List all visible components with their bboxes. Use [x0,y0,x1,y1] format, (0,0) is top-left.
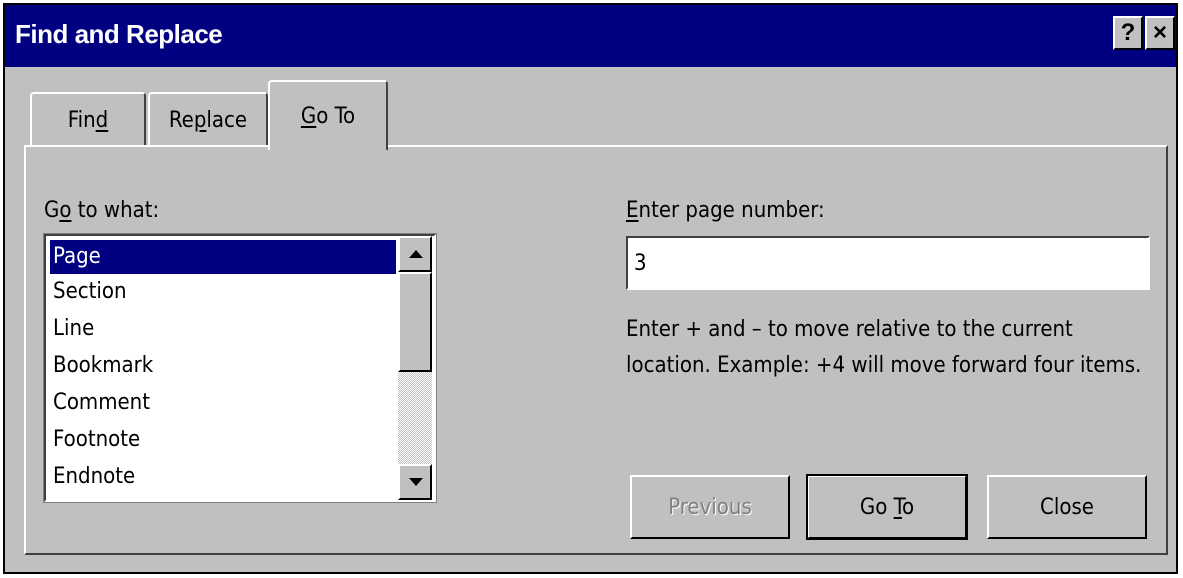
tab-find[interactable]: Find [30,92,146,146]
tab-find-label: Find [67,107,109,133]
help-text: Enter + and – to move relative to the cu… [626,317,1142,378]
help-button[interactable]: ? [1113,16,1143,50]
title-bar[interactable]: Find and Replace ? × [5,5,1176,67]
tab-goto-label: Go To [300,103,356,129]
page-number-input[interactable] [626,236,1150,290]
tab-replace-label: Replace [168,107,248,133]
list-item-footnote[interactable]: Footnote [50,423,396,457]
arrow-down-icon [409,478,423,486]
close-button-label: Close [1040,494,1094,520]
goto-button-label: Go To [859,494,915,520]
close-icon: × [1152,19,1167,46]
close-button[interactable]: Close [987,475,1147,539]
list-item-comment[interactable]: Comment [50,386,396,420]
dialog-title: Find and Replace [15,19,223,49]
goto-what-label: Go to what: [44,198,160,223]
goto-button[interactable]: Go To [806,474,968,540]
active-tab-joint [270,145,386,148]
question-mark-icon: ? [1120,19,1136,46]
scroll-thumb[interactable] [398,272,432,372]
tab-goto[interactable]: Go To [268,80,388,150]
close-window-button[interactable]: × [1145,16,1175,50]
previous-button[interactable]: Previous [630,475,790,539]
list-item-page[interactable]: Page [50,240,396,274]
list-item-bookmark[interactable]: Bookmark [50,349,396,383]
goto-what-listbox[interactable]: Page Section Line Bookmark Comment Footn… [43,233,437,503]
previous-button-label: Previous [668,494,752,520]
arrow-up-icon [409,250,423,258]
list-item-section[interactable]: Section [50,275,396,309]
page-number-label: Enter page number: [626,198,825,223]
scroll-down-button[interactable] [398,464,432,500]
list-item-line[interactable]: Line [50,312,396,346]
scroll-up-button[interactable] [398,236,432,272]
listbox-scrollbar[interactable] [398,236,432,500]
tab-replace[interactable]: Replace [148,92,268,146]
list-item-endnote[interactable]: Endnote [50,460,396,494]
